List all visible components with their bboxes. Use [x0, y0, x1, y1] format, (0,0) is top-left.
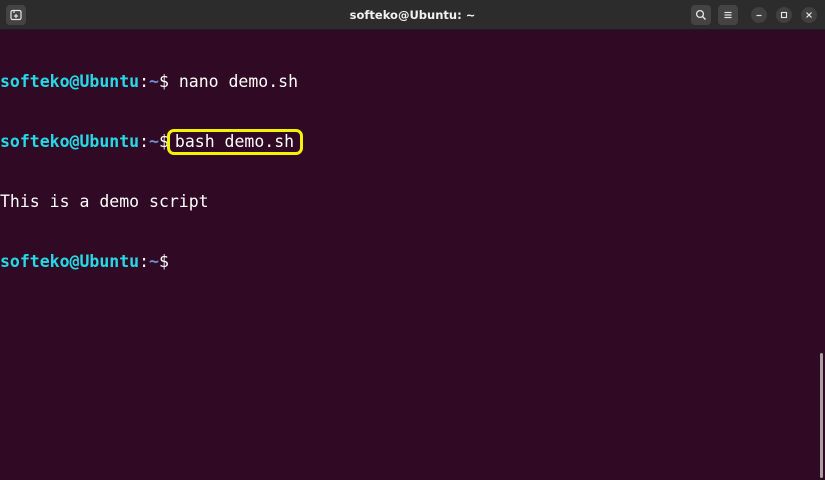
prompt-user: softeko@Ubuntu [0, 252, 140, 271]
scrollbar[interactable] [817, 30, 825, 480]
prompt-separator: : [139, 132, 150, 151]
prompt-user: softeko@Ubuntu [0, 72, 140, 91]
command-output: This is a demo script [0, 192, 209, 211]
prompt-symbol: $ [158, 72, 169, 91]
terminal-line: softeko@Ubuntu:~$ [0, 252, 815, 272]
prompt-separator: : [139, 252, 150, 271]
hamburger-menu-icon [722, 9, 734, 21]
maximize-icon [780, 11, 788, 19]
terminal-line: This is a demo script [0, 192, 815, 212]
terminal-window: softeko@Ubuntu: ~ softeko@Ubuntu:~$ nano… [0, 0, 825, 480]
scrollbar-thumb[interactable] [820, 353, 823, 478]
minimize-button[interactable] [751, 7, 767, 23]
command-text: nano demo.sh [168, 72, 299, 91]
terminal-line: softeko@Ubuntu:~$ bash demo.sh [0, 129, 815, 155]
minimize-icon [755, 11, 763, 19]
prompt-path: ~ [149, 132, 159, 151]
maximize-button[interactable] [776, 7, 792, 23]
prompt-path: ~ [149, 252, 159, 271]
prompt-symbol: $ [158, 252, 169, 271]
close-button[interactable] [801, 7, 817, 23]
terminal-line: softeko@Ubuntu:~$ nano demo.sh [0, 72, 815, 92]
highlighted-command: bash demo.sh [166, 129, 304, 155]
terminal-output[interactable]: softeko@Ubuntu:~$ nano demo.sh softeko@U… [0, 30, 815, 480]
search-icon [695, 9, 707, 21]
prompt-path: ~ [149, 72, 159, 91]
menu-button[interactable] [718, 5, 738, 25]
prompt-symbol: $ [158, 132, 169, 151]
close-icon [805, 11, 813, 19]
prompt-separator: : [139, 72, 150, 91]
prompt-user: softeko@Ubuntu [0, 132, 140, 151]
title-bar[interactable]: softeko@Ubuntu: ~ [0, 0, 825, 30]
search-button[interactable] [691, 5, 711, 25]
